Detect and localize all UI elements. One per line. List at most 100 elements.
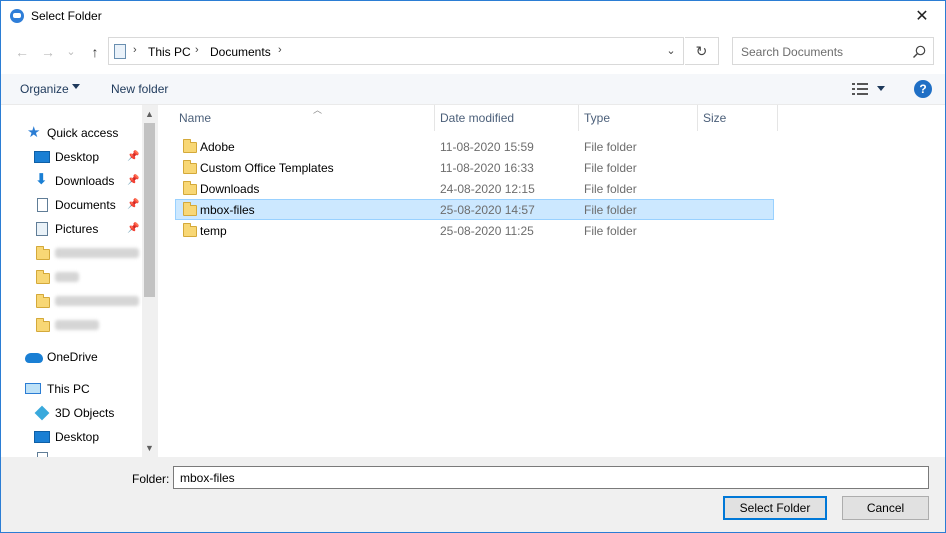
- this-pc-icon: [25, 383, 41, 394]
- breadcrumb-separator: ›: [133, 44, 137, 56]
- blurred-label: [55, 320, 99, 330]
- file-name: mbox-files: [200, 203, 255, 217]
- column-header-size[interactable]: Size: [697, 105, 778, 131]
- view-options-icon[interactable]: [852, 83, 868, 95]
- file-row[interactable]: Adobe 11-08-2020 15:59 File folder: [175, 136, 774, 157]
- file-type: File folder: [584, 182, 637, 196]
- scroll-up-icon[interactable]: ▲: [144, 108, 155, 120]
- forward-arrow-icon[interactable]: →: [38, 41, 58, 63]
- select-folder-dialog: Select Folder ✕ ← → ⌄ ↑ › This PC › Docu…: [0, 0, 946, 533]
- column-label: Date modified: [440, 111, 515, 125]
- pin-icon[interactable]: 📌: [127, 175, 139, 186]
- select-folder-button[interactable]: Select Folder: [723, 496, 827, 520]
- 3d-objects-icon: [34, 405, 50, 421]
- new-folder-button[interactable]: New folder: [111, 82, 168, 96]
- recent-locations-icon[interactable]: ⌄: [61, 41, 81, 63]
- file-type: File folder: [584, 161, 637, 175]
- documents-icon: [37, 198, 48, 212]
- sidebar-item-blurred-folder[interactable]: [1, 290, 141, 312]
- file-name: Downloads: [200, 182, 260, 196]
- desktop-icon: [34, 151, 50, 163]
- search-placeholder[interactable]: Search Documents: [741, 45, 843, 59]
- app-icon: [10, 9, 24, 23]
- sidebar-item-blurred-folder[interactable]: [1, 314, 141, 336]
- search-icon[interactable]: [911, 44, 927, 60]
- folder-name-input[interactable]: [173, 466, 929, 489]
- navigation-bar: ← → ⌄ ↑ › This PC › Documents › ⌄ ↻ Sear…: [1, 37, 945, 67]
- file-date: 25-08-2020 11:25: [440, 224, 534, 238]
- sidebar-item-desktop-pc[interactable]: Desktop: [1, 426, 141, 448]
- downloads-icon: ⬇: [35, 171, 48, 188]
- sidebar-item-this-pc[interactable]: This PC: [1, 378, 141, 400]
- file-name: temp: [200, 224, 227, 238]
- folder-icon: [36, 270, 50, 284]
- sidebar-item-label: Downloads: [55, 174, 115, 188]
- title-bar: Select Folder ✕: [1, 1, 945, 32]
- folder-label: Folder:: [132, 472, 170, 486]
- address-dropdown-icon[interactable]: ⌄: [665, 44, 677, 58]
- column-header-date[interactable]: Date modified: [434, 105, 579, 131]
- file-row[interactable]: Downloads 24-08-2020 12:15 File folder: [175, 178, 774, 199]
- up-arrow-icon[interactable]: ↑: [85, 41, 105, 63]
- quick-access-star-icon: ★: [27, 124, 41, 141]
- sidebar-item-desktop[interactable]: Desktop 📌: [1, 146, 141, 168]
- pin-icon[interactable]: 📌: [127, 223, 139, 234]
- sort-ascending-icon: ︿: [313, 105, 323, 115]
- organize-button[interactable]: Organize: [20, 82, 69, 96]
- sidebar-item-3d-objects[interactable]: 3D Objects: [1, 402, 141, 424]
- close-icon[interactable]: ✕: [899, 1, 945, 32]
- sidebar-item-documents[interactable]: Documents 📌: [1, 194, 141, 216]
- desktop-icon: [34, 431, 50, 443]
- sidebar-item-downloads[interactable]: ⬇ Downloads 📌: [1, 170, 141, 192]
- sidebar-item-blurred-folder[interactable]: [1, 242, 141, 264]
- onedrive-cloud-icon: [25, 353, 43, 363]
- breadcrumb-this-pc[interactable]: This PC: [148, 45, 191, 59]
- folder-icon: [183, 223, 197, 237]
- search-box[interactable]: Search Documents: [732, 37, 934, 65]
- breadcrumb-separator: ›: [195, 44, 199, 56]
- column-header-type[interactable]: Type: [578, 105, 698, 131]
- window-title: Select Folder: [31, 9, 102, 23]
- sidebar-item-partial[interactable]: [1, 450, 141, 457]
- cancel-button[interactable]: Cancel: [842, 496, 929, 520]
- command-bar: Organize New folder ?: [1, 74, 945, 105]
- file-type: File folder: [584, 203, 637, 217]
- dialog-footer: Folder: Select Folder Cancel: [1, 457, 945, 532]
- column-label: Size: [703, 111, 727, 125]
- file-row[interactable]: temp 25-08-2020 11:25 File folder: [175, 220, 774, 241]
- file-row[interactable]: Custom Office Templates 11-08-2020 16:33…: [175, 157, 774, 178]
- organize-dropdown-icon[interactable]: [72, 84, 80, 89]
- folder-icon: [183, 202, 197, 216]
- pin-icon[interactable]: 📌: [127, 151, 139, 162]
- sidebar-item-label: Quick access: [47, 126, 119, 140]
- scrollbar-thumb[interactable]: [144, 123, 155, 297]
- navigation-pane-scrollbar[interactable]: ▲ ▼: [142, 105, 157, 457]
- file-row-selected[interactable]: mbox-files 25-08-2020 14:57 File folder: [175, 199, 774, 220]
- file-date: 24-08-2020 12:15: [440, 182, 535, 196]
- scroll-down-icon[interactable]: ▼: [144, 442, 155, 454]
- folder-icon: [183, 160, 197, 174]
- sidebar-item-quick-access[interactable]: ★ Quick access: [1, 122, 141, 144]
- sidebar-item-label: Documents: [55, 198, 116, 212]
- address-bar[interactable]: › This PC › Documents › ⌄: [108, 37, 684, 65]
- file-name: Custom Office Templates: [200, 161, 334, 175]
- folder-icon: [183, 181, 197, 195]
- navigation-pane: ★ Quick access Desktop 📌 ⬇ Downloads 📌 D…: [1, 105, 158, 457]
- breadcrumb-documents[interactable]: Documents: [210, 45, 271, 59]
- breadcrumb-separator[interactable]: ›: [278, 44, 282, 56]
- help-icon[interactable]: ?: [914, 80, 932, 98]
- sidebar-item-pictures[interactable]: Pictures 📌: [1, 218, 141, 240]
- file-list: Name ︿ Date modified Type Size Adobe 11-…: [158, 105, 945, 457]
- sidebar-item-onedrive[interactable]: OneDrive: [1, 346, 141, 368]
- file-name: Adobe: [200, 140, 235, 154]
- sidebar-item-label: This PC: [47, 382, 90, 396]
- folder-icon: [36, 246, 50, 260]
- file-type: File folder: [584, 224, 637, 238]
- back-arrow-icon[interactable]: ←: [12, 41, 32, 63]
- refresh-icon[interactable]: ↻: [685, 37, 719, 65]
- pin-icon[interactable]: 📌: [127, 199, 139, 210]
- column-header-name[interactable]: Name ︿: [173, 105, 435, 131]
- folder-icon: [183, 139, 197, 153]
- sidebar-item-blurred-folder[interactable]: [1, 266, 141, 288]
- view-dropdown-icon[interactable]: [877, 86, 885, 91]
